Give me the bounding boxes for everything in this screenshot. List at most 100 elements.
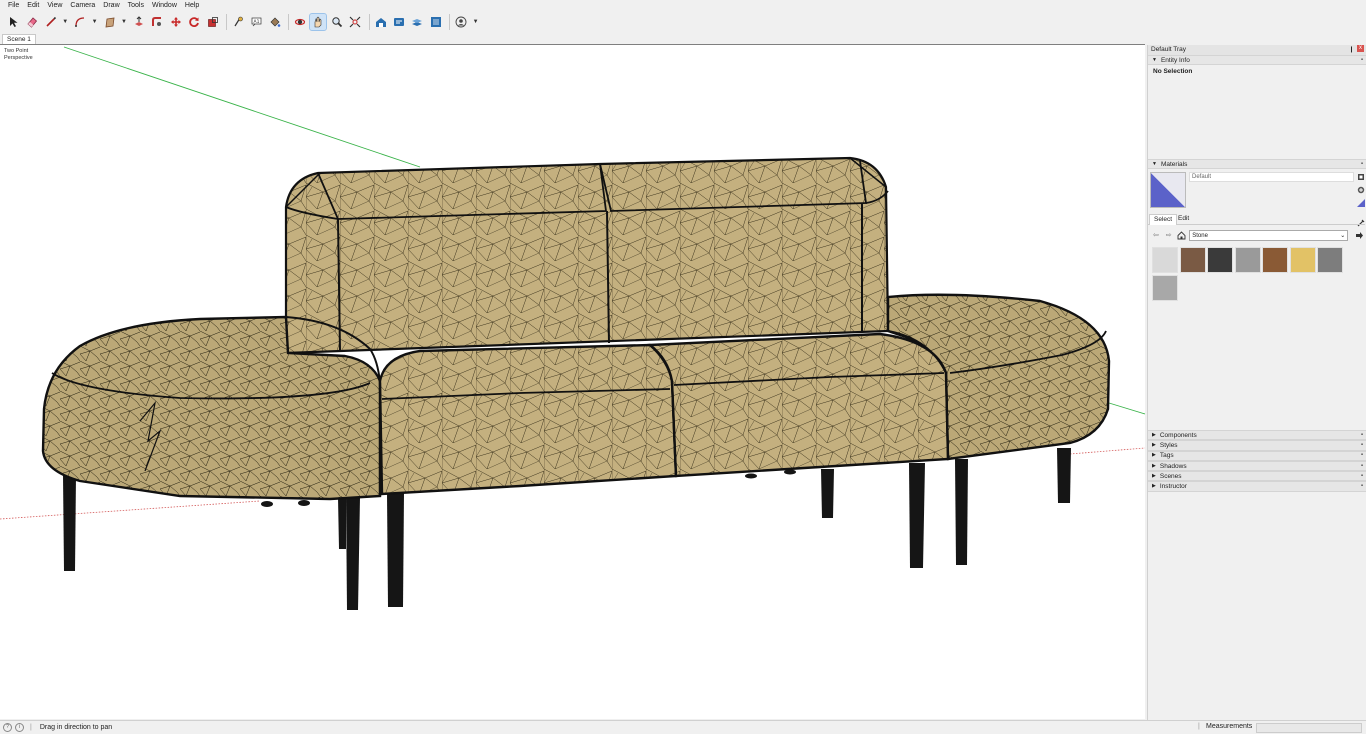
line-icon[interactable] [43,14,59,30]
create-material-icon[interactable] [1356,185,1365,195]
menu-file[interactable]: File [4,0,23,12]
home-icon[interactable] [1177,230,1187,240]
material-swatch[interactable] [1152,274,1178,301]
menu-edit[interactable]: Edit [23,0,43,12]
default-tray: Default Tray ❙ x ▼ Entity Info ▪ No Selec… [1147,45,1366,720]
panel-close-icon[interactable]: ▪ [1361,56,1366,65]
material-swatch[interactable] [1179,247,1206,273]
svg-text:A1: A1 [254,19,260,25]
material-swatch[interactable] [1289,247,1316,273]
pin-icon[interactable]: ❙ [1349,45,1354,55]
material-swatch[interactable] [1262,247,1288,273]
line-dropdown-chevron-icon[interactable]: ▼ [61,14,69,30]
arc-dropdown-chevron-icon[interactable]: ▼ [91,14,99,30]
paint-bucket-icon[interactable] [267,14,283,30]
extension-manager-icon[interactable] [428,14,444,30]
zoom-extents-icon[interactable] [347,14,363,30]
credits-icon[interactable]: i [15,723,24,732]
toolbar-separator [449,14,451,30]
orbit-icon[interactable] [292,14,308,30]
materials-nav: ⇦ ⇨ Stone ⌄ [1151,229,1364,241]
tape-measure-icon[interactable] [230,14,246,30]
panel-tags[interactable]: ▶ Tags ▪ [1148,450,1366,461]
panel-close-icon[interactable]: ▪ [1361,462,1366,471]
collapsed-triangle-icon: ▶ [1152,431,1156,438]
extension-warehouse-icon[interactable] [391,14,407,30]
push-pull-icon[interactable] [131,14,147,30]
entity-info-title: Entity Info [1160,56,1190,64]
default-material-icon[interactable] [1356,198,1365,208]
menu-bar: File Edit View Camera Draw Tools Window … [0,0,1366,12]
layout-icon[interactable] [409,14,425,30]
display-secondary-icon[interactable] [1356,172,1365,182]
chevron-down-icon: ⌄ [1340,232,1346,239]
back-arrow-icon[interactable]: ⇦ [1151,230,1161,240]
arc-icon[interactable] [72,14,88,30]
menu-draw[interactable]: Draw [99,0,123,12]
tray-title: Default Tray [1151,46,1187,53]
select-icon[interactable] [6,14,22,30]
material-swatch[interactable] [1152,247,1178,273]
measurements-divider: | [1198,723,1200,730]
tray-title-bar: Default Tray ❙ x [1148,45,1366,55]
panel-close-icon[interactable]: ▪ [1361,451,1366,460]
panel-close-icon[interactable]: ▪ [1361,472,1366,481]
expanded-triangle-icon: ▼ [1152,56,1157,63]
red-axis-line [1069,447,1145,455]
menu-help[interactable]: Help [181,0,203,12]
panel-styles-title: Styles [1159,441,1178,449]
pan-icon[interactable] [309,13,328,31]
panel-close-icon[interactable]: ▪ [1361,441,1366,450]
text-icon[interactable]: A1 [248,14,264,30]
panel-close-icon[interactable]: ▪ [1361,431,1366,440]
follow-me-icon[interactable] [149,14,165,30]
material-swatch[interactable] [1317,247,1343,273]
measurements-input[interactable] [1256,723,1362,733]
material-swatch[interactable] [1234,247,1261,273]
geo-location-icon[interactable]: ? [3,723,12,732]
measurements-label: Measurements [1206,723,1253,730]
scene-tab-1[interactable]: Scene 1 [2,34,36,44]
warehouse-icon[interactable] [373,14,389,30]
menu-tools[interactable]: Tools [124,0,148,12]
material-name-field[interactable]: Default [1189,172,1354,182]
rotate-icon[interactable] [186,14,202,30]
panel-components-title: Components [1159,431,1197,439]
materials-title: Materials [1160,160,1188,168]
panel-scenes[interactable]: ▶ Scenes ▪ [1148,471,1366,482]
materials-header[interactable]: ▼ Materials ▪ [1148,159,1366,169]
panel-components[interactable]: ▶ Components ▪ [1148,430,1366,441]
material-swatch[interactable] [1207,247,1233,273]
panel-styles[interactable]: ▶ Styles ▪ [1148,440,1366,451]
eraser-icon[interactable] [24,14,40,30]
rectangle-icon[interactable] [102,14,118,30]
shapes-dropdown-chevron-icon[interactable]: ▼ [120,14,128,30]
model-viewport[interactable]: Two Point Perspective [0,44,1145,719]
account-icon[interactable] [453,14,469,30]
materials-body: Default Select Edit ⇦ ⇨ Stone ⌄ [1148,169,1366,430]
panel-close-icon[interactable]: ▪ [1361,482,1366,491]
menu-camera[interactable]: Camera [66,0,99,12]
panel-instructor[interactable]: ▶ Instructor ▪ [1148,481,1366,492]
account-dropdown-chevron-icon[interactable]: ▼ [472,14,480,30]
tab-select[interactable]: Select [1149,214,1178,225]
details-arrow-icon[interactable] [1354,230,1364,240]
camera-label-line2: Perspective [4,54,33,61]
green-axis-line [1108,402,1145,415]
menu-view[interactable]: View [43,0,66,12]
expanded-triangle-icon: ▼ [1152,160,1157,167]
panel-shadows[interactable]: ▶ Shadows ▪ [1148,460,1366,472]
entity-info-header[interactable]: ▼ Entity Info ▪ [1148,55,1366,65]
material-collection-select[interactable]: Stone ⌄ [1189,229,1349,241]
scene-tab-bar: Scene 1 [0,32,1145,44]
panel-close-icon[interactable]: ▪ [1361,160,1366,169]
menu-window[interactable]: Window [148,0,181,12]
tab-edit[interactable]: Edit [1174,214,1193,225]
forward-arrow-icon[interactable]: ⇨ [1164,230,1174,240]
toolbar-separator [368,14,370,30]
close-icon[interactable]: x [1357,45,1364,52]
sofa-model-render[interactable] [0,45,1145,719]
zoom-icon[interactable] [329,14,345,30]
move-icon[interactable] [168,14,184,30]
scale-icon[interactable] [205,14,221,30]
